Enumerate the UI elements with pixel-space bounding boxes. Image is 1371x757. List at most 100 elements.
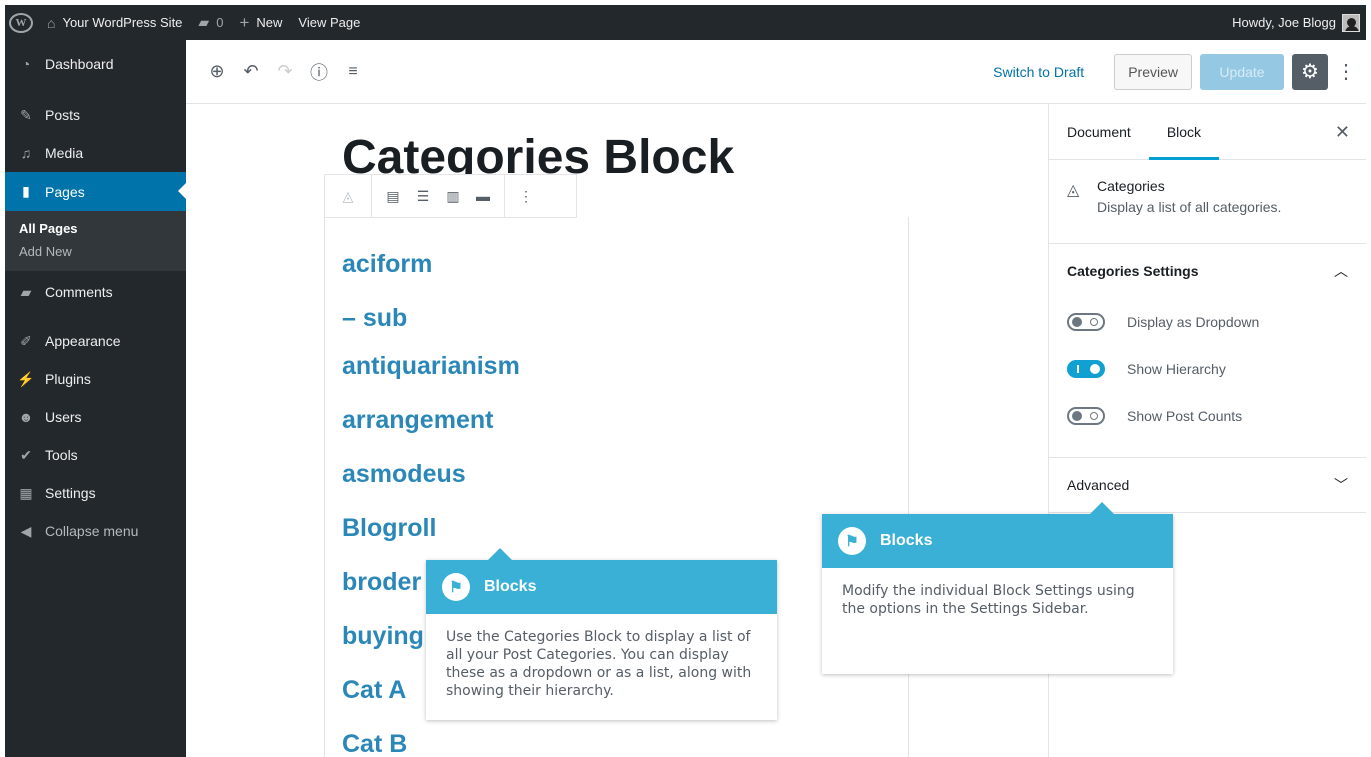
add-block-icon[interactable]: ⊕ bbox=[200, 55, 234, 89]
category-link[interactable]: asmodeus bbox=[342, 460, 466, 489]
category-link[interactable]: Cat A bbox=[342, 676, 406, 705]
plus-icon: + bbox=[239, 12, 250, 32]
update-button[interactable]: Update bbox=[1200, 53, 1284, 90]
category-link[interactable]: antiquarianism bbox=[342, 352, 520, 381]
toggle-row: Show Post Counts bbox=[1049, 392, 1366, 439]
editor-toolbar: ⊕ ↶ ↷ ⓘ ≡ Switch to Draft Preview Update… bbox=[186, 40, 1366, 104]
sidebar-item-appearance[interactable]: ✐ Appearance bbox=[5, 322, 186, 360]
outline-icon[interactable]: ≡ bbox=[336, 55, 370, 89]
undo-icon[interactable]: ↶ bbox=[234, 55, 268, 89]
preview-button[interactable]: Preview bbox=[1114, 53, 1192, 90]
sidebar-item-label: Settings bbox=[45, 485, 96, 501]
sidebar-item-settings[interactable]: ▦ Settings bbox=[5, 474, 186, 512]
switch-to-draft-link[interactable]: Switch to Draft bbox=[993, 64, 1084, 80]
dashboard-icon: ◔ bbox=[21, 55, 31, 72]
category-link[interactable]: – sub bbox=[342, 304, 407, 333]
media-icon: ♫ bbox=[20, 145, 32, 161]
users-icon: ☻ bbox=[18, 409, 34, 425]
collapse-icon: ◀ bbox=[20, 522, 32, 539]
submenu-add-new[interactable]: Add New bbox=[5, 240, 186, 263]
page-icon: ▮ bbox=[22, 183, 30, 199]
tooltip-body: Use the Categories Block to display a li… bbox=[446, 629, 752, 699]
view-page-link[interactable]: View Page bbox=[290, 5, 368, 40]
toggle-row: Display as Dropdown bbox=[1049, 298, 1366, 345]
sidebar-item-label: Posts bbox=[45, 107, 81, 123]
category-link[interactable]: Cat B bbox=[342, 730, 407, 757]
sidebar-item-label: Pages bbox=[45, 183, 85, 200]
show-hierarchy-toggle[interactable] bbox=[1067, 359, 1105, 378]
sidebar-item-label: Media bbox=[45, 145, 84, 161]
block-type-icon[interactable]: ◬ bbox=[337, 188, 359, 205]
tooltip-title: Blocks bbox=[484, 578, 537, 595]
new-label: New bbox=[256, 15, 283, 30]
settings-gear-icon[interactable]: ⚙ bbox=[1292, 53, 1328, 90]
comments-link[interactable]: ▰ 0 bbox=[190, 5, 231, 40]
show-post-counts-toggle[interactable] bbox=[1067, 406, 1105, 425]
block-more-icon[interactable]: ⋮ bbox=[515, 188, 537, 205]
home-icon: ⌂ bbox=[47, 14, 56, 31]
align-right-icon[interactable]: ▥ bbox=[442, 188, 464, 205]
sidebar-item-tools[interactable]: ✔ Tools bbox=[5, 436, 186, 474]
chevron-down-icon: ﹀ bbox=[1334, 477, 1348, 493]
chevron-up-icon: ︿ bbox=[1334, 263, 1348, 279]
sidebar-item-pages[interactable]: ▮ Pages bbox=[5, 172, 186, 211]
avatar[interactable] bbox=[1342, 13, 1360, 32]
category-link[interactable]: aciform bbox=[342, 250, 432, 279]
comments-count: 0 bbox=[216, 15, 224, 30]
categories-settings-panel: Categories Settings ︿ Display as Dropdow… bbox=[1049, 244, 1366, 458]
align-left-icon[interactable]: ▤ bbox=[382, 188, 404, 205]
category-link[interactable]: buying bbox=[342, 622, 424, 651]
align-wide-icon[interactable]: ▬ bbox=[472, 188, 494, 204]
tooltip-body: Modify the individual Block Settings usi… bbox=[842, 583, 1135, 617]
panel-toggle[interactable]: Categories Settings ︿ bbox=[1049, 244, 1366, 298]
brush-icon: ✐ bbox=[20, 332, 32, 349]
flag-icon: ⚑ bbox=[442, 573, 470, 601]
category-link[interactable]: arrangement bbox=[342, 406, 493, 435]
wordpress-logo-icon[interactable]: W bbox=[9, 12, 33, 33]
redo-icon[interactable]: ↷ bbox=[268, 55, 302, 89]
sidebar-item-posts[interactable]: ✎ Posts bbox=[5, 96, 186, 134]
info-icon[interactable]: ⓘ bbox=[302, 55, 336, 89]
category-link[interactable]: Blogroll bbox=[342, 514, 436, 543]
admin-sidebar: ◔ Dashboard ✎ Posts ♫ Media ▮ Pages All … bbox=[5, 40, 186, 757]
close-icon[interactable]: ✕ bbox=[1335, 122, 1350, 143]
toggle-row: Show Hierarchy bbox=[1049, 345, 1366, 392]
site-name-link[interactable]: ⌂ Your WordPress Site bbox=[39, 5, 190, 40]
comment-icon: ▰ bbox=[20, 283, 32, 300]
sidebar-item-label: Comments bbox=[45, 284, 113, 300]
sidebar-item-users[interactable]: ☻ Users bbox=[5, 398, 186, 436]
panel-title: Categories Settings bbox=[1067, 263, 1199, 279]
display-as-dropdown-toggle[interactable] bbox=[1067, 312, 1105, 331]
admin-bar: W ⌂ Your WordPress Site ▰ 0 + New View P… bbox=[5, 5, 1366, 40]
flag-icon: ⚑ bbox=[838, 527, 866, 555]
sidebar-item-label: Collapse menu bbox=[45, 523, 139, 539]
sidebar-item-media[interactable]: ♫ Media bbox=[5, 134, 186, 172]
tooltip-header: ⚑ Blocks bbox=[426, 560, 777, 614]
sidebar-item-comments[interactable]: ▰ Comments bbox=[5, 271, 186, 313]
user-greeting[interactable]: Howdy, Joe Blogg bbox=[1232, 15, 1336, 30]
pin-icon: ✎ bbox=[20, 106, 32, 123]
toggle-label: Show Post Counts bbox=[1127, 407, 1243, 424]
submenu-all-pages[interactable]: All Pages bbox=[5, 217, 186, 240]
toggle-label: Display as Dropdown bbox=[1127, 313, 1260, 330]
tab-block[interactable]: Block bbox=[1148, 104, 1220, 160]
block-toolbar: ◬ ▤ ☰ ▥ ▬ ⋮ bbox=[324, 174, 577, 218]
pages-submenu: All Pages Add New bbox=[5, 211, 186, 271]
plugin-icon: ⚡ bbox=[17, 370, 35, 387]
new-content-link[interactable]: + New bbox=[231, 5, 290, 40]
sidebar-item-dashboard[interactable]: ◔ Dashboard bbox=[5, 40, 186, 87]
settings-icon: ▦ bbox=[19, 484, 33, 501]
align-center-icon[interactable]: ☰ bbox=[412, 188, 434, 205]
more-options-icon[interactable]: ⋮ bbox=[1336, 59, 1356, 84]
tooltip-arrow bbox=[488, 548, 512, 560]
tooltip-title: Blocks bbox=[880, 532, 933, 549]
category-link[interactable]: broder bbox=[342, 568, 421, 597]
screen: W ⌂ Your WordPress Site ▰ 0 + New View P… bbox=[0, 0, 1371, 757]
wrench-icon: ✔ bbox=[20, 446, 32, 463]
tooltip-categories-block: ⚑ Blocks Use the Categories Block to dis… bbox=[426, 548, 777, 720]
block-card: ◬ Categories Display a list of all categ… bbox=[1049, 160, 1366, 244]
tab-document[interactable]: Document bbox=[1049, 104, 1149, 160]
sidebar-item-plugins[interactable]: ⚡ Plugins bbox=[5, 360, 186, 398]
block-card-description: Display a list of all categories. bbox=[1097, 199, 1282, 215]
sidebar-item-collapse[interactable]: ◀ Collapse menu bbox=[5, 512, 186, 550]
